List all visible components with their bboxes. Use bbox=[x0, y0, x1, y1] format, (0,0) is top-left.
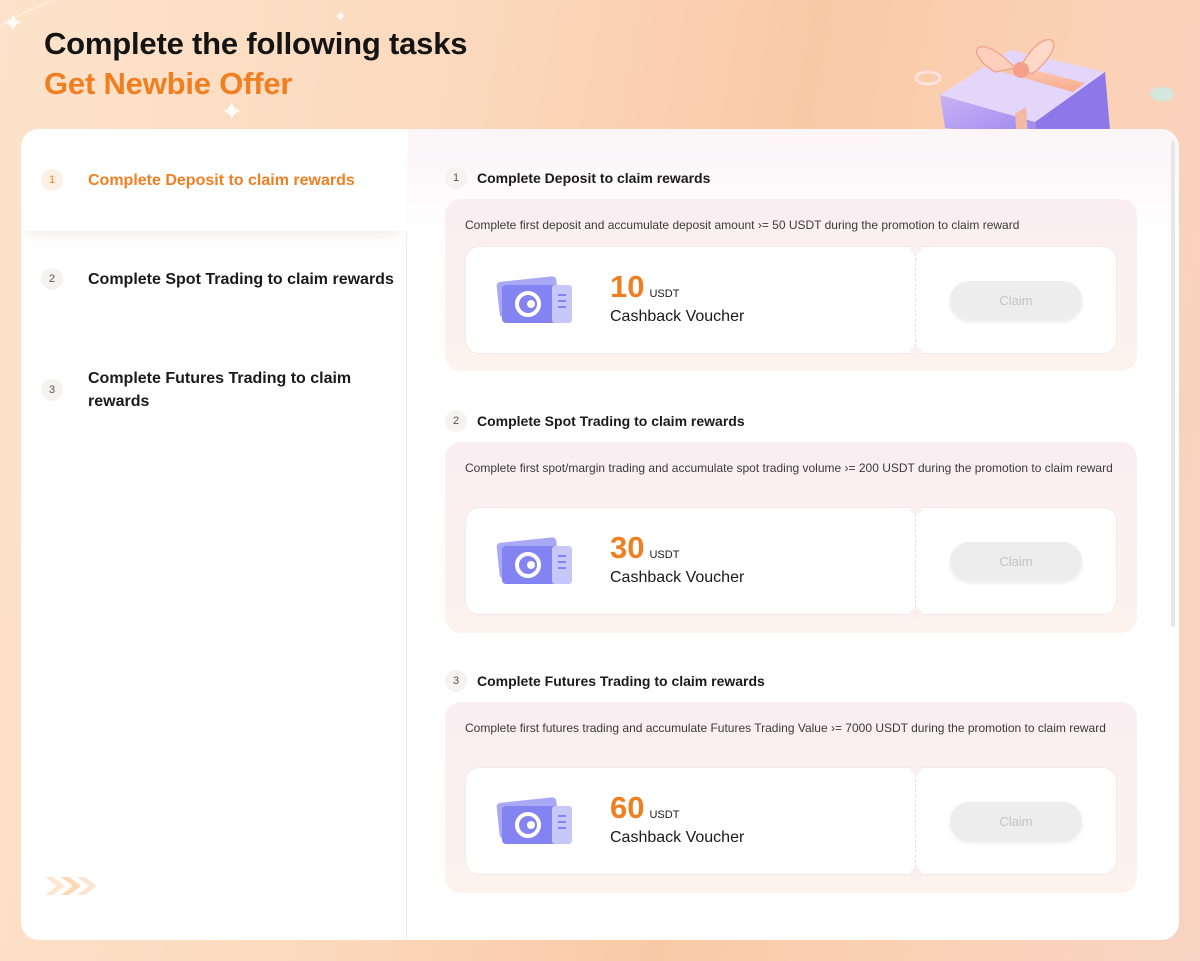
double-chevron-right-icon bbox=[45, 877, 97, 895]
voucher-notch bbox=[910, 347, 922, 359]
task-header: 3 Complete Futures Trading to claim rewa… bbox=[445, 670, 765, 692]
claim-button[interactable]: Claim bbox=[950, 542, 1082, 580]
perforation-divider bbox=[915, 774, 916, 868]
amount-value: 30 bbox=[610, 530, 645, 565]
task-card-futures: Complete first futures trading and accum… bbox=[445, 702, 1137, 893]
sidebar-item-label: Complete Spot Trading to claim rewards bbox=[88, 270, 394, 288]
scrollbar[interactable] bbox=[1171, 141, 1175, 627]
voucher-name: Cashback Voucher bbox=[610, 569, 745, 586]
task-header: 2 Complete Spot Trading to claim rewards bbox=[445, 410, 745, 432]
voucher-notch bbox=[910, 502, 922, 514]
task-card-deposit: Complete first deposit and accumulate de… bbox=[445, 199, 1137, 371]
voucher-card: 60 USDT Cashback Voucher Claim bbox=[465, 762, 1117, 880]
voucher-name: Cashback Voucher bbox=[610, 829, 745, 846]
task-content: 1 Complete Deposit to claim rewards Comp… bbox=[408, 129, 1179, 940]
task-description: Complete first spot/margin trading and a… bbox=[465, 461, 1113, 475]
tasks-panel: 1 Complete Deposit to claim rewards 2 Co… bbox=[21, 129, 1179, 940]
claim-button[interactable]: Claim bbox=[950, 802, 1082, 840]
sidebar-item-label: Complete Futures Trading to claim reward… bbox=[88, 370, 352, 410]
voucher-notch bbox=[910, 762, 922, 774]
sidebar-item-number: 2 bbox=[41, 268, 63, 290]
gift-box-icon bbox=[914, 38, 1174, 140]
sparkle-icon: ✦ bbox=[334, 9, 348, 26]
task-title: Complete Deposit to claim rewards bbox=[477, 170, 711, 186]
cashback-voucher-icon bbox=[496, 537, 572, 584]
task-number: 3 bbox=[445, 670, 467, 692]
task-number: 1 bbox=[445, 167, 467, 189]
perforation-divider bbox=[915, 253, 916, 347]
task-description: Complete first futures trading and accum… bbox=[465, 721, 1106, 735]
cashback-voucher-icon bbox=[496, 797, 572, 844]
voucher-name: Cashback Voucher bbox=[610, 308, 745, 325]
sidebar-item-futures[interactable]: 3 Complete Futures Trading to claim rewa… bbox=[21, 327, 407, 453]
voucher-card: 30 USDT Cashback Voucher Claim bbox=[465, 502, 1117, 620]
voucher-amount: 60 USDT bbox=[610, 790, 679, 826]
task-card-spot: Complete first spot/margin trading and a… bbox=[445, 442, 1137, 633]
task-sidebar: 1 Complete Deposit to claim rewards 2 Co… bbox=[21, 129, 407, 940]
perforation-divider bbox=[915, 514, 916, 608]
task-number: 2 bbox=[445, 410, 467, 432]
amount-unit: USDT bbox=[649, 549, 680, 561]
amount-unit: USDT bbox=[649, 809, 680, 821]
sidebar-item-number: 1 bbox=[41, 169, 63, 191]
task-title: Complete Spot Trading to claim rewards bbox=[477, 413, 745, 429]
voucher-amount: 30 USDT bbox=[610, 530, 679, 566]
voucher-notch bbox=[910, 608, 922, 620]
sparkle-icon: ✦ bbox=[220, 96, 244, 127]
cashback-voucher-icon bbox=[496, 276, 572, 323]
sidebar-item-deposit[interactable]: 1 Complete Deposit to claim rewards bbox=[21, 129, 407, 231]
task-header: 1 Complete Deposit to claim rewards bbox=[445, 167, 710, 189]
page-subtitle: Get Newbie Offer bbox=[44, 66, 293, 101]
claim-button[interactable]: Claim bbox=[950, 281, 1082, 319]
task-description: Complete first deposit and accumulate de… bbox=[465, 218, 1020, 232]
voucher-notch bbox=[910, 241, 922, 253]
page-title: Complete the following tasks bbox=[44, 26, 468, 61]
amount-value: 10 bbox=[610, 269, 645, 304]
voucher-notch bbox=[910, 868, 922, 880]
voucher-amount: 10 USDT bbox=[610, 269, 679, 305]
sidebar-item-spot[interactable]: 2 Complete Spot Trading to claim rewards bbox=[21, 231, 407, 327]
amount-value: 60 bbox=[610, 790, 645, 825]
amount-unit: USDT bbox=[649, 288, 680, 300]
task-title: Complete Futures Trading to claim reward… bbox=[477, 673, 765, 689]
voucher-card: 10 USDT Cashback Voucher Claim bbox=[465, 241, 1117, 359]
sparkle-icon: ✦ bbox=[2, 8, 24, 38]
sidebar-item-number: 3 bbox=[41, 379, 63, 401]
sidebar-item-label: Complete Deposit to claim rewards bbox=[88, 171, 355, 189]
